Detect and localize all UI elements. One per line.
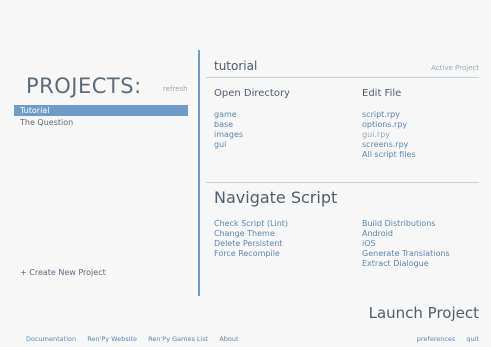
edit-screens-link[interactable]: screens.rpy xyxy=(362,140,416,150)
create-new-project-button[interactable]: + Create New Project xyxy=(20,268,106,277)
documentation-link[interactable]: Documentation xyxy=(26,335,76,343)
force-recompile-link[interactable]: Force Recompile xyxy=(214,249,288,259)
actions-left: Check Script (Lint) Change Theme Delete … xyxy=(214,219,288,259)
footer-links: Documentation Ren'Py Website Ren'Py Game… xyxy=(26,335,248,343)
project-name: tutorial xyxy=(214,59,258,73)
renpy-website-link[interactable]: Ren'Py Website xyxy=(87,335,137,343)
edit-options-link[interactable]: options.rpy xyxy=(362,120,416,130)
project-item-the-question[interactable]: The Question xyxy=(14,117,188,128)
delete-persistent-link[interactable]: Delete Persistent xyxy=(214,239,288,249)
about-link[interactable]: About xyxy=(219,335,238,343)
edit-file-links: script.rpy options.rpy gui.rpy screens.r… xyxy=(362,110,416,160)
extract-dialogue-link[interactable]: Extract Dialogue xyxy=(362,259,450,269)
edit-gui-link[interactable]: gui.rpy xyxy=(362,130,416,140)
refresh-button[interactable]: refresh xyxy=(163,85,188,93)
quit-link[interactable]: quit xyxy=(466,335,479,343)
edit-all-scripts-link[interactable]: All script files xyxy=(362,150,416,160)
open-dir-gui-link[interactable]: gui xyxy=(214,140,243,150)
projects-title: PROJECTS: xyxy=(26,74,142,98)
separator xyxy=(206,182,479,183)
actions-right: Build Distributions Android iOS Generate… xyxy=(362,219,450,269)
check-script-link[interactable]: Check Script (Lint) xyxy=(214,219,288,229)
open-directory-title: Open Directory xyxy=(214,88,290,99)
project-item-tutorial[interactable]: Tutorial xyxy=(14,105,188,116)
launch-project-button[interactable]: Launch Project xyxy=(369,304,479,322)
generate-translations-link[interactable]: Generate Translations xyxy=(362,249,450,259)
renpy-games-list-link[interactable]: Ren'Py Games List xyxy=(148,335,208,343)
footer-right-links: preferences quit xyxy=(408,335,479,343)
panel-divider xyxy=(198,50,200,296)
separator xyxy=(206,77,479,78)
project-list: Tutorial The Question xyxy=(14,105,188,129)
edit-script-link[interactable]: script.rpy xyxy=(362,110,416,120)
edit-file-title: Edit File xyxy=(362,88,402,99)
active-project-label: Active Project xyxy=(431,64,479,72)
open-dir-base-link[interactable]: base xyxy=(214,120,243,130)
change-theme-link[interactable]: Change Theme xyxy=(214,229,288,239)
preferences-link[interactable]: preferences xyxy=(417,335,456,343)
open-dir-images-link[interactable]: images xyxy=(214,130,243,140)
open-directory-links: game base images gui xyxy=(214,110,243,150)
open-dir-game-link[interactable]: game xyxy=(214,110,243,120)
ios-link[interactable]: iOS xyxy=(362,239,450,249)
build-distributions-link[interactable]: Build Distributions xyxy=(362,219,450,229)
android-link[interactable]: Android xyxy=(362,229,450,239)
navigate-script-button[interactable]: Navigate Script xyxy=(214,188,337,207)
